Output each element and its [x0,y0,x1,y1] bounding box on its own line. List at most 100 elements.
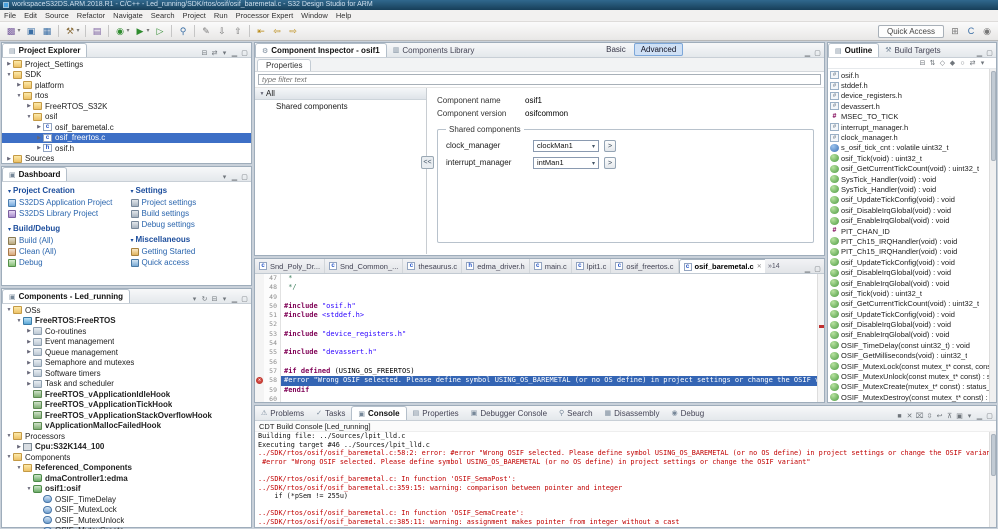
expander-icon[interactable]: ▶ [25,370,33,376]
editor-line[interactable]: 49 [255,293,817,302]
menu-item[interactable]: Edit [20,11,41,20]
dashboard-link[interactable]: Project settings [131,197,250,208]
editor-line[interactable]: 59 #endif [255,386,817,395]
tree-item[interactable]: FreeRTOS_vApplicationIdleHook [2,389,251,400]
tree-item[interactable]: ▶ FreeRTOS_S32K [2,101,251,112]
tree-item[interactable]: ▶ Event management [2,337,251,348]
editor-tab[interactable]: lpit1.c [572,259,612,273]
expander-icon[interactable]: ▶ [15,82,23,88]
editor-line[interactable]: 54 [255,339,817,348]
outline-item[interactable]: devassert.h [828,101,989,111]
outline-item[interactable]: osif_UpdateTickConfig(void) : void [828,257,989,267]
overview-ruler[interactable] [817,274,824,402]
expander-icon[interactable]: ▼ [15,93,23,99]
tab-project-explorer[interactable]: ▤ Project Explorer [2,43,87,57]
tree-item[interactable]: ▼ FreeRTOS:FreeRTOS [2,316,251,327]
hide-non-public-icon[interactable]: ○ [958,60,967,67]
console-tab[interactable]: ▤ Properties [407,406,465,420]
tree-item[interactable]: OSIF_MutexUnlock [2,515,251,526]
word-wrap-icon[interactable]: ↩ [935,412,944,420]
outline-item[interactable]: MSEC_TO_TICK [828,112,989,122]
collapse-all-icon[interactable]: ⊟ [918,59,927,67]
dashboard-link[interactable]: Build settings [131,208,250,219]
expander-icon[interactable]: ▶ [25,103,33,109]
outline-item[interactable]: osif_DisableIrqGlobal(void) : void [828,319,989,329]
dashboard-link[interactable]: Quick access [131,257,250,268]
console-tab[interactable]: ◉ Debug [666,406,711,420]
outline-item[interactable]: s_osif_tick_cnt : volatile uint32_t [828,143,989,153]
outline-item[interactable]: interrupt_manager.h [828,122,989,132]
tree-item[interactable]: OSIF_TimeDelay [2,494,251,505]
expander-icon[interactable]: ▶ [15,444,23,450]
tab-components[interactable]: ▣ Components - Led_running [2,289,130,303]
hide-fields-icon[interactable]: ◇ [938,59,947,67]
minimize-icon[interactable]: ▁ [975,49,984,57]
expander-icon[interactable]: ▶ [25,339,33,345]
tree-item[interactable]: vApplicationMallocFailedHook [2,421,251,432]
editor-line[interactable]: 52 [255,320,817,329]
menu-item[interactable]: Project [179,11,210,20]
editor-tab[interactable]: osif_freertos.c [611,259,678,273]
dashboard-section-header[interactable]: Project Creation [8,186,127,195]
quick-access-button[interactable]: Quick Access [878,25,944,38]
menu-item[interactable]: Help [332,11,355,20]
expander-icon[interactable]: ▼ [15,465,23,471]
dropdown-icon[interactable]: ▾ [16,24,22,39]
expander-icon[interactable]: ▶ [25,381,33,387]
debug-perspective-icon[interactable]: ◉ [980,24,994,39]
tree-item[interactable]: ▶ Cpu:S32K144_100 [2,442,251,453]
expander-icon[interactable]: ▼ [5,454,13,460]
console-tab[interactable]: ▣ Console [351,406,406,420]
link-editor-icon[interactable]: ⇄ [968,59,977,67]
separator[interactable] [85,25,86,37]
editor-line[interactable]: 55 #include "devassert.h" [255,348,817,357]
dashboard-link[interactable]: S32DS Application Project [8,197,127,208]
expander-icon[interactable]: ▼ [5,307,13,313]
expander-icon[interactable]: ▼ [25,486,33,492]
dropdown-icon[interactable]: ▾ [125,24,131,39]
tree-item[interactable]: dmaController1:edma [2,473,251,484]
filter-components-icon[interactable]: ▾ [190,295,199,303]
outline-item[interactable]: osif_UpdateTickConfig(void) : void [828,195,989,205]
separator[interactable] [249,25,250,37]
scroll-lock-icon[interactable]: ⇳ [925,412,934,420]
prev-annotation-icon[interactable]: ⇧ [231,24,245,39]
tree-item[interactable]: FreeRTOS_vApplicationTickHook [2,400,251,411]
outline-item[interactable]: PIT_Ch15_IRQHandler(void) : void [828,236,989,246]
outline-item[interactable]: stddef.h [828,80,989,90]
editor-line[interactable]: 56 [255,358,817,367]
editor-line[interactable]: 53 #include "device_registers.h" [255,330,817,339]
editor-line[interactable]: 51 #include <stddef.h> [255,311,817,320]
outline-item[interactable]: osif_EnableIrqGlobal(void) : void [828,215,989,225]
tree-item[interactable]: ▶ Co-routines [2,326,251,337]
outline-item[interactable]: OSIF_MutexDestroy(const mutex_t* const) … [828,392,989,402]
dashboard-link[interactable]: S32DS Library Project [8,208,127,219]
expander-icon[interactable]: ▶ [35,135,43,141]
menu-item[interactable]: Search [147,11,179,20]
outline-item[interactable]: osif_GetCurrentTickCount(void) : uint32_… [828,164,989,174]
maximize-icon[interactable]: ▢ [813,49,822,57]
sort-icon[interactable]: ⇅ [928,59,937,67]
outline-item[interactable]: osif_Tick(void) : uint32_t [828,153,989,163]
tab-overflow-indicator[interactable]: »14 [765,263,783,270]
stop-icon[interactable]: ■ [895,413,904,420]
dashboard-link[interactable]: Build (All) [8,235,127,246]
menu-item[interactable]: Refactor [73,11,109,20]
expander-icon[interactable]: ▼ [15,318,23,324]
dashboard-link[interactable]: Debug settings [131,219,250,230]
maximize-icon[interactable]: ▢ [240,173,249,181]
outline-item[interactable]: osif_DisableIrqGlobal(void) : void [828,205,989,215]
save-all-icon[interactable]: ▦ [40,24,54,39]
editor-line[interactable]: 57 #if defined (USING_OS_FREERTOS) [255,367,817,376]
expander-icon[interactable]: ▼ [5,433,13,439]
detail-button[interactable]: > [604,157,616,169]
inspector-tab[interactable]: ⚙ Component Inspector - osif1 [255,43,387,57]
outline-item[interactable]: osif_EnableIrqGlobal(void) : void [828,330,989,340]
tree-item[interactable]: ▼ rtos [2,91,251,102]
collapse-all-icon[interactable]: ⊟ [200,49,209,57]
minimize-icon[interactable]: ▁ [803,49,812,57]
basic-mode-button[interactable]: Basic [600,44,632,55]
outline-item[interactable]: OSIF_GetMilliseconds(void) : uint32_t [828,351,989,361]
tree-item[interactable]: ▶ Queue management [2,347,251,358]
minimize-icon[interactable]: ▁ [975,412,984,420]
